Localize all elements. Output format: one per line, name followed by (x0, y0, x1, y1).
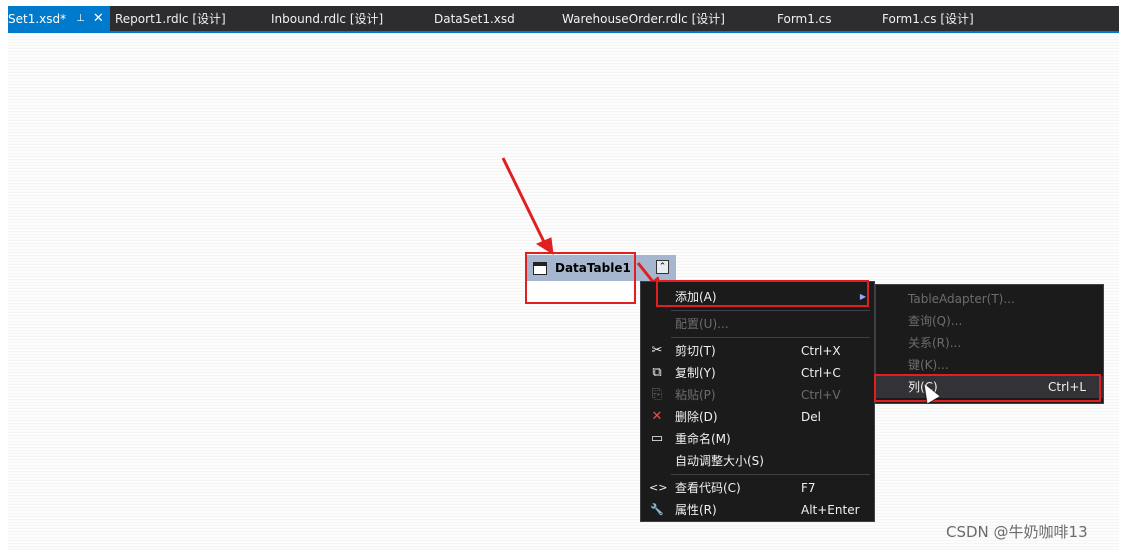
scissors-icon: ✂ (651, 343, 663, 358)
submenu-item-query[interactable]: 查询(Q)... (876, 310, 1103, 332)
menu-item-view-code[interactable]: <> 查看代码(C) F7 (641, 477, 874, 499)
context-menu: 添加(A) ▶ 配置(U)... ✂ 剪切(T) Ctrl+X ⧉ 复制(Y) … (640, 281, 875, 522)
menu-separator (671, 310, 870, 311)
menu-item-paste[interactable]: ⎘ 粘贴(P) Ctrl+V (641, 384, 874, 406)
menu-item-delete[interactable]: ✕ 删除(D) Del (641, 406, 874, 428)
paste-icon: ⎘ (651, 387, 663, 402)
menu-item-properties[interactable]: 🔧 属性(R) Alt+Enter (641, 499, 874, 521)
submenu-item-key[interactable]: 键(K)... (876, 354, 1103, 376)
menu-item-cut[interactable]: ✂ 剪切(T) Ctrl+X (641, 340, 874, 362)
annotation-arrows (501, 157, 900, 376)
submenu-item-column[interactable]: 列(C) Ctrl+L (876, 376, 1103, 398)
menu-item-configure[interactable]: 配置(U)... (641, 313, 874, 335)
menu-separator (671, 337, 870, 338)
code-icon: <> (649, 481, 668, 494)
submenu-arrow-icon: ▶ (859, 292, 866, 301)
copy-icon: ⧉ (652, 365, 662, 380)
submenu-item-relation[interactable]: 关系(R)... (876, 332, 1103, 354)
delete-icon: ✕ (651, 409, 663, 424)
menu-item-autosize[interactable]: 自动调整大小(S) (641, 450, 874, 472)
arrow-head-1 (535, 237, 554, 255)
add-submenu: TableAdapter(T)... 查询(Q)... 关系(R)... 键(K… (875, 284, 1104, 404)
rename-icon: ▭ (650, 431, 664, 446)
menu-separator (671, 474, 870, 475)
menu-item-rename[interactable]: ▭ 重命名(M) (641, 428, 874, 450)
submenu-item-tableadapter[interactable]: TableAdapter(T)... (876, 288, 1103, 310)
menu-item-add[interactable]: 添加(A) ▶ (641, 286, 874, 308)
menu-item-copy[interactable]: ⧉ 复制(Y) Ctrl+C (641, 362, 874, 384)
watermark: CSDN @牛奶咖啡13 (946, 523, 1088, 541)
wrench-icon: 🔧 (650, 503, 664, 516)
